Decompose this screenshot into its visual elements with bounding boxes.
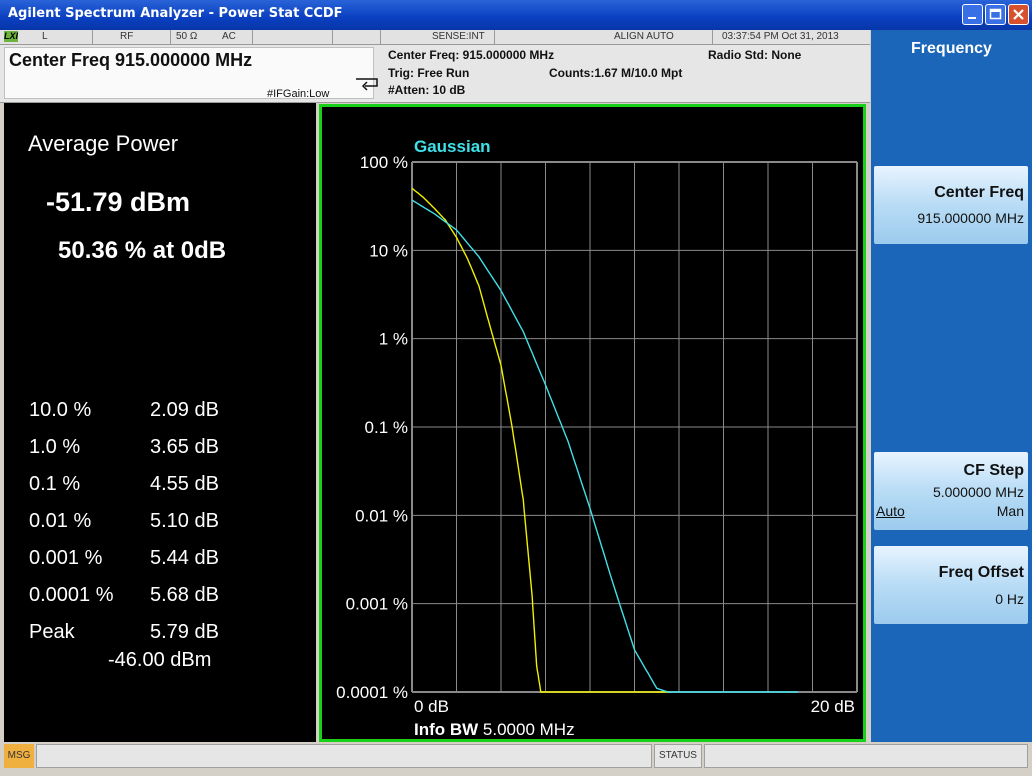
mode-indicator: L xyxy=(42,31,48,42)
row-label: 1.0 % xyxy=(29,436,81,458)
align-indicator: ALIGN AUTO xyxy=(614,31,674,42)
row-label: 0.001 % xyxy=(29,547,103,569)
freq-offset-softkey-value: 0 Hz xyxy=(995,591,1024,607)
datetime: 03:37:54 PM Oct 31, 2013 xyxy=(722,31,839,42)
lxi-icon: LXI xyxy=(4,31,19,42)
coupling-indicator: AC xyxy=(222,31,236,42)
measurement-bar: Center Freq 915.000000 MHz #IFGain:Low C… xyxy=(0,45,870,103)
info-bw-label: Info BW 5.0000 MHz xyxy=(414,720,575,739)
y-tick-label: 0.0001 % xyxy=(336,683,408,702)
row-value: 5.10 dB xyxy=(150,510,219,532)
status-field xyxy=(704,744,1028,768)
cf-step-auto-option[interactable]: Auto xyxy=(876,503,905,519)
row-label: 0.0001 % xyxy=(29,584,114,606)
measured-ccdf-trace xyxy=(411,187,671,693)
if-gain: #IFGain:Low xyxy=(267,88,330,100)
row-label: 0.01 % xyxy=(29,510,92,532)
minimize-icon[interactable] xyxy=(962,4,983,25)
average-power-dbm: -51.79 dBm xyxy=(46,187,191,217)
input-indicator: RF xyxy=(120,31,134,42)
trig-readout: Trig: Free Run xyxy=(388,66,470,80)
center-freq-title: Center Freq 915.000000 MHz xyxy=(9,50,253,70)
cf-step-softkey-label: CF Step xyxy=(963,462,1024,479)
status-indicator[interactable]: STATUS xyxy=(654,744,702,768)
msg-indicator[interactable]: MSG xyxy=(4,744,34,768)
maximize-icon[interactable] xyxy=(985,4,1006,25)
average-power-percent: 50.36 % at 0dB xyxy=(58,237,227,264)
freq-offset-softkey[interactable]: Freq Offset 0 Hz xyxy=(874,546,1028,624)
row-value: 5.44 dB xyxy=(150,547,219,569)
y-tick-label: 10 % xyxy=(369,241,408,260)
cf-step-man-option[interactable]: Man xyxy=(997,503,1024,519)
results-panel: Average Power -51.79 dBm 50.36 % at 0dB … xyxy=(4,103,316,742)
gaussian-reference-trace xyxy=(411,199,798,693)
center-freq-box[interactable]: Center Freq 915.000000 MHz #IFGain:Low xyxy=(4,47,378,100)
close-icon[interactable] xyxy=(1008,4,1029,25)
sense-indicator: SENSE:INT xyxy=(432,31,485,42)
row-value: 4.55 dB xyxy=(150,473,219,495)
menu-title: Frequency xyxy=(911,40,992,57)
window-title: Agilent Spectrum Analyzer - Power Stat C… xyxy=(8,6,343,21)
softkey-menu: Frequency Center Freq 915.000000 MHz CF … xyxy=(871,30,1032,742)
impedance-indicator: 50 Ω xyxy=(176,31,198,42)
atten-readout: #Atten: 10 dB xyxy=(388,83,466,97)
cf-step-softkey-value: 5.000000 MHz xyxy=(932,484,1024,500)
y-tick-label: 0.01 % xyxy=(355,506,408,525)
row-label: Peak xyxy=(29,621,75,643)
y-tick-label: 0.1 % xyxy=(365,418,408,437)
row-value: 2.09 dB xyxy=(150,399,219,421)
y-tick-label: 0.001 % xyxy=(346,595,408,614)
cf-step-softkey[interactable]: CF Step 5.000000 MHz Auto Man xyxy=(874,452,1028,530)
center-freq-softkey-value: 915.000000 MHz xyxy=(917,210,1024,226)
center-freq-readout: Center Freq: 915.000000 MHz xyxy=(388,48,555,62)
center-freq-softkey[interactable]: Center Freq 915.000000 MHz xyxy=(874,166,1028,244)
window-title-bar[interactable]: Agilent Spectrum Analyzer - Power Stat C… xyxy=(0,0,1032,30)
x-end-label: 20 dB xyxy=(811,697,855,716)
counts-readout: Counts:1.67 M/10.0 Mpt xyxy=(549,66,683,80)
ccdf-chart: 100 % 10 % 1 % 0.1 % 0.01 % 0.001 % 0.0001 % 0 … xyxy=(336,137,858,739)
row-label: 0.1 % xyxy=(29,473,81,495)
x-start-label: 0 dB xyxy=(414,697,449,716)
freq-offset-softkey-label: Freq Offset xyxy=(938,564,1024,581)
center-freq-softkey-label: Center Freq xyxy=(934,184,1024,201)
average-power-title: Average Power xyxy=(28,131,179,156)
peak-dbm: -46.00 dBm xyxy=(108,649,212,671)
status-strip: LXI L RF 50 Ω AC SENSE:INT ALIGN AUTO 03… xyxy=(0,30,870,45)
gaussian-legend: Gaussian xyxy=(414,137,491,156)
row-label: 10.0 % xyxy=(29,399,92,421)
y-tick-label: 100 % xyxy=(360,153,408,172)
row-value: 3.65 dB xyxy=(150,436,219,458)
bottom-bar: MSG STATUS xyxy=(0,742,1032,776)
message-field xyxy=(36,744,652,768)
ccdf-graph[interactable]: 100 % 10 % 1 % 0.1 % 0.01 % 0.001 % 0.0001 % 0 … xyxy=(319,104,866,742)
row-value: 5.68 dB xyxy=(150,584,219,606)
radio-std-readout: Radio Std: None xyxy=(708,48,802,62)
row-value: 5.79 dB xyxy=(150,621,219,643)
trigger-icon xyxy=(356,78,378,91)
y-tick-label: 1 % xyxy=(379,330,408,349)
